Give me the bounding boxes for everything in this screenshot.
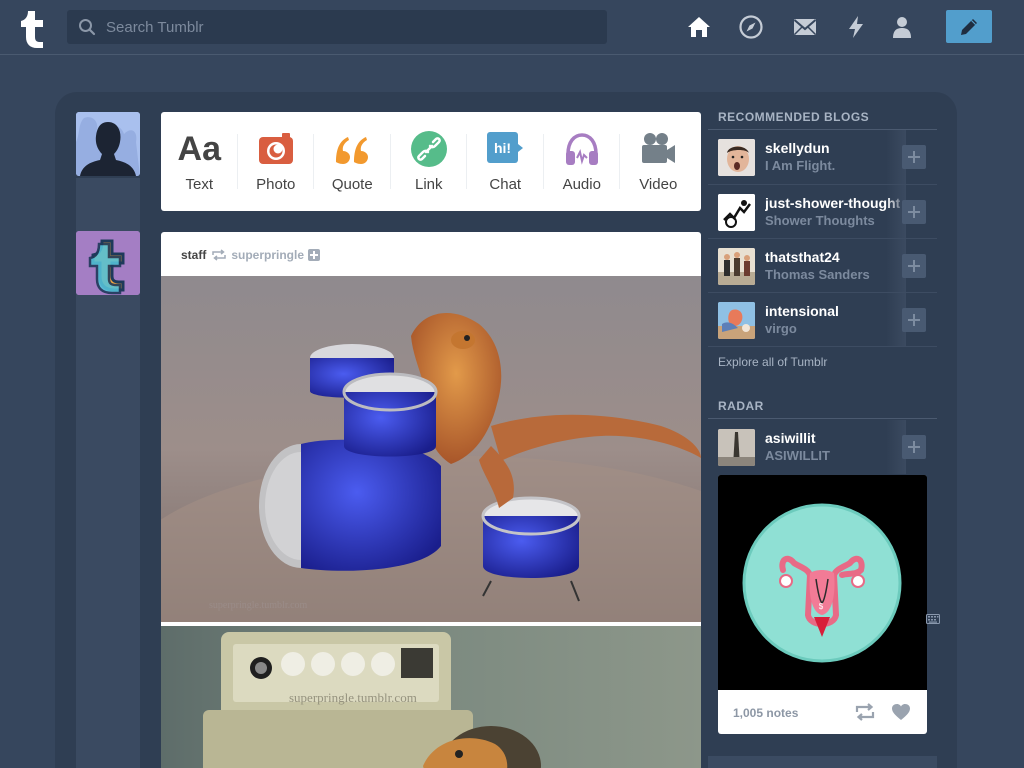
blog-name[interactable]: asiwillit: [765, 430, 900, 446]
tumblr-logo-icon[interactable]: [16, 8, 50, 48]
compose-button[interactable]: [946, 10, 992, 43]
post-photo-drums[interactable]: superpringle.tumblr.com: [161, 276, 701, 622]
sidebar-footer-bar: [708, 756, 937, 768]
blog-avatar[interactable]: [718, 429, 755, 466]
post-type-video[interactable]: Video: [620, 112, 697, 211]
heart-icon[interactable]: [891, 703, 911, 721]
account-icon[interactable]: [889, 14, 915, 40]
follow-button[interactable]: [902, 435, 926, 459]
radar-post-card: $ 1,005 notes: [718, 475, 927, 734]
tumblr-staff-logo-icon: [76, 231, 140, 295]
follow-button[interactable]: [902, 254, 926, 278]
post-type-bar: Aa Text Photo Quote Link hi! Chat Audio …: [161, 112, 701, 211]
post-type-quote[interactable]: Quote: [314, 112, 391, 211]
camera-icon: [258, 133, 293, 164]
search-bar[interactable]: Search Tumblr: [67, 10, 607, 44]
explore-all-link[interactable]: Explore all of Tumblr: [718, 355, 827, 369]
blog-title: ASIWILLIT: [765, 448, 830, 463]
link-icon: [410, 131, 447, 167]
top-bar: Search Tumblr: [0, 0, 1024, 55]
svg-text:superpringle.tumblr.com: superpringle.tumblr.com: [289, 690, 417, 705]
radar-post-image[interactable]: $: [718, 475, 927, 690]
recommended-blog-row[interactable]: just-shower-thoughts Shower Thoughts: [708, 185, 937, 239]
reblog-icon[interactable]: [855, 703, 875, 721]
blog-name[interactable]: intensional: [765, 303, 900, 319]
user-avatar[interactable]: [76, 112, 140, 176]
post-photo-amp[interactable]: superpringle.tumblr.com: [161, 626, 701, 768]
post-type-link[interactable]: Link: [391, 112, 467, 211]
notes-count[interactable]: 1,005 notes: [733, 706, 798, 720]
svg-text:hi!: hi!: [494, 140, 511, 156]
follow-button[interactable]: [902, 145, 926, 169]
blog-avatar[interactable]: [718, 248, 755, 285]
post-card: staff superpringle superpringle.tumblr.c…: [161, 232, 701, 768]
blog-title: Shower Thoughts: [765, 213, 875, 228]
post-type-text[interactable]: Aa Text: [161, 112, 238, 211]
post-type-photo[interactable]: Photo: [238, 112, 314, 211]
svg-text:superpringle.tumblr.com: superpringle.tumblr.com: [209, 600, 308, 611]
headphones-icon: [565, 133, 598, 165]
text-icon: Aa: [177, 130, 221, 168]
recommended-blogs-title: RECOMMENDED BLOGS: [718, 110, 870, 124]
reblogged-from-link[interactable]: superpringle: [231, 248, 304, 262]
recommended-blog-row[interactable]: thatsthat24 Thomas Sanders: [708, 239, 937, 293]
pencil-icon: [961, 19, 977, 35]
activity-icon[interactable]: [843, 14, 869, 40]
blog-title: I Am Flight.: [765, 158, 836, 173]
home-icon[interactable]: [686, 14, 712, 40]
reblog-icon: [212, 249, 227, 261]
blog-avatar[interactable]: [718, 139, 755, 176]
search-icon: [79, 19, 96, 36]
search-input[interactable]: Search Tumblr: [106, 19, 204, 36]
post-author-avatar[interactable]: [76, 231, 140, 295]
blog-name[interactable]: skellydun: [765, 140, 900, 156]
blog-title: Thomas Sanders: [765, 267, 870, 282]
keyboard-shortcuts-icon[interactable]: [926, 612, 940, 626]
blog-name[interactable]: just-shower-thoughts: [765, 195, 900, 211]
post-type-audio[interactable]: Audio: [544, 112, 620, 211]
chat-icon: hi!: [487, 132, 524, 163]
blog-avatar[interactable]: [718, 194, 755, 231]
inbox-icon[interactable]: [792, 14, 818, 40]
explore-icon[interactable]: [738, 14, 764, 40]
blog-name[interactable]: thatsthat24: [765, 249, 900, 265]
post-author-link[interactable]: staff: [181, 248, 206, 262]
blog-avatar[interactable]: [718, 302, 755, 339]
post-header: staff superpringle: [181, 247, 321, 263]
post-type-chat[interactable]: hi! Chat: [467, 112, 544, 211]
svg-text:$: $: [819, 602, 824, 611]
follow-button[interactable]: [902, 200, 926, 224]
follow-button[interactable]: [902, 308, 926, 332]
quote-icon: [336, 137, 369, 164]
recommended-blog-row[interactable]: skellydun I Am Flight.: [708, 130, 937, 184]
radar-title: RADAR: [718, 399, 764, 413]
blog-title: virgo: [765, 321, 797, 336]
radar-blog-row[interactable]: asiwillit ASIWILLIT: [708, 420, 937, 474]
follow-plus-icon[interactable]: [308, 249, 321, 261]
silhouette-icon: [76, 112, 140, 176]
video-camera-icon: [642, 133, 676, 163]
recommended-blog-row[interactable]: intensional virgo: [708, 293, 937, 347]
